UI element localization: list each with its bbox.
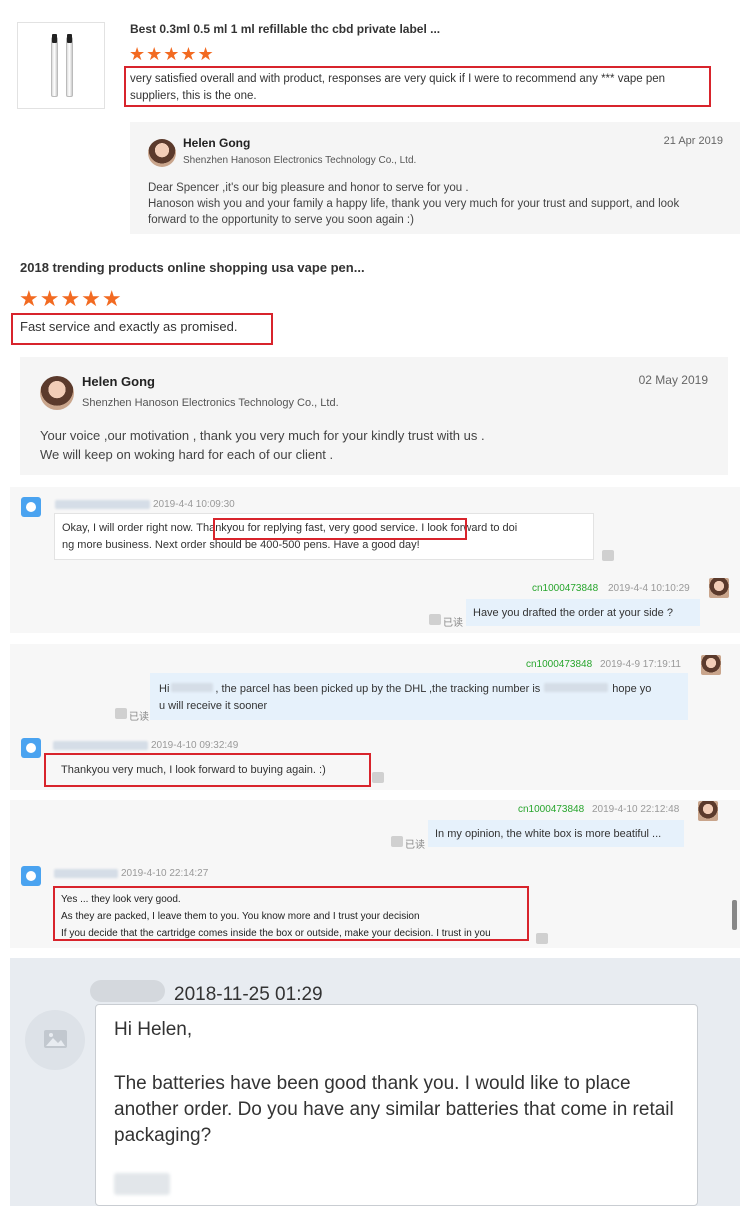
message-time: 2019-4-10 09:32:49 [151,740,239,751]
chat-panel: 2019-4-4 10:09:30 Okay, I will order rig… [10,487,740,633]
redacted-sender [90,980,165,1002]
reply-company: Shenzhen Hanoson Electronics Technology … [82,397,339,409]
outgoing-message: Hi, the parcel has been picked up by the… [150,673,688,720]
review-comment: very satisfied overall and with product,… [130,73,666,102]
seller-reply: Helen Gong Shenzhen Hanoson Electronics … [20,357,728,475]
review-product-title[interactable]: Best 0.3ml 0.5 ml 1 ml refillable thc cb… [130,22,440,36]
review-product-title[interactable]: 2018 trending products online shopping u… [20,260,365,275]
reply-text: Dear Spencer ,it's our big pleasure and … [148,182,680,226]
reply-text: Your voice ,our motivation , thank you v… [40,428,485,462]
message-time: 2019-4-10 22:12:48 [592,804,680,815]
seller-reply: Helen Gong Shenzhen Hanoson Electronics … [130,122,740,234]
chat-panel: cn1000473848 2019-4-9 17:19:11 Hi, the p… [10,644,740,790]
message-time: 2019-4-4 10:10:29 [608,583,690,594]
avatar [698,801,718,821]
outgoing-message: In my opinion, the white box is more bea… [428,820,684,847]
seller-username[interactable]: cn1000473848 [532,583,598,594]
reply-date: 21 Apr 2019 [663,135,723,147]
redacted-name [54,869,118,878]
incoming-message: Thankyou very much, I look forward to bu… [61,764,326,776]
avatar [701,655,721,675]
seller-username[interactable]: cn1000473848 [526,659,592,670]
rating-stars: ★★★★★ [129,44,215,64]
read-status-icon [602,550,614,561]
buyer-avatar-icon [21,497,41,517]
review-comment: Fast service and exactly as promised. [20,319,238,334]
email-text: The batteries have been good thank you. … [114,1073,674,1146]
rating-stars: ★★★★★ [19,286,123,311]
highlight-box [213,518,467,540]
read-label: 已读 [405,840,425,851]
avatar [148,139,176,167]
vape-pen-image [51,34,58,97]
product-thumbnail[interactable] [17,22,105,109]
scrollbar[interactable] [732,900,737,930]
avatar [40,376,74,410]
message-time: 2019-4-4 10:09:30 [153,499,235,510]
read-status-icon [536,933,548,944]
avatar [709,578,729,598]
reply-date: 02 May 2019 [638,373,708,387]
message-time: 2019-4-9 17:19:11 [600,659,681,670]
sender-avatar [25,1010,85,1070]
reply-author: Helen Gong [183,136,251,150]
read-status-icon [372,772,384,783]
image-placeholder-icon [44,1030,67,1048]
seller-username[interactable]: cn1000473848 [518,804,584,815]
incoming-message: Yes ... they look very good. As they are… [61,894,491,939]
redacted-signature [114,1173,170,1195]
read-label: 已读 [443,618,463,629]
email-panel: 2018-11-25 01:29 Hi Helen, The batteries… [10,958,740,1206]
buyer-avatar-icon [21,866,41,886]
message-time: 2019-4-10 22:14:27 [121,868,209,879]
email-date: 2018-11-25 01:29 [174,984,323,1005]
redacted-name [55,500,150,509]
email-body: Hi Helen, The batteries have been good t… [95,1004,698,1206]
reply-author: Helen Gong [82,374,155,389]
read-label: 已读 [129,712,149,723]
buyer-avatar-icon [21,738,41,758]
vape-pen-image [66,34,73,97]
read-status-icon [391,836,403,847]
outgoing-message: Have you drafted the order at your side … [466,599,700,626]
read-status-icon [115,708,127,719]
read-status-icon [429,614,441,625]
chat-panel: cn1000473848 2019-4-10 22:12:48 In my op… [10,800,740,948]
email-greeting: Hi Helen, [114,1019,193,1040]
reply-company: Shenzhen Hanoson Electronics Technology … [183,155,417,166]
redacted-name [53,741,148,750]
